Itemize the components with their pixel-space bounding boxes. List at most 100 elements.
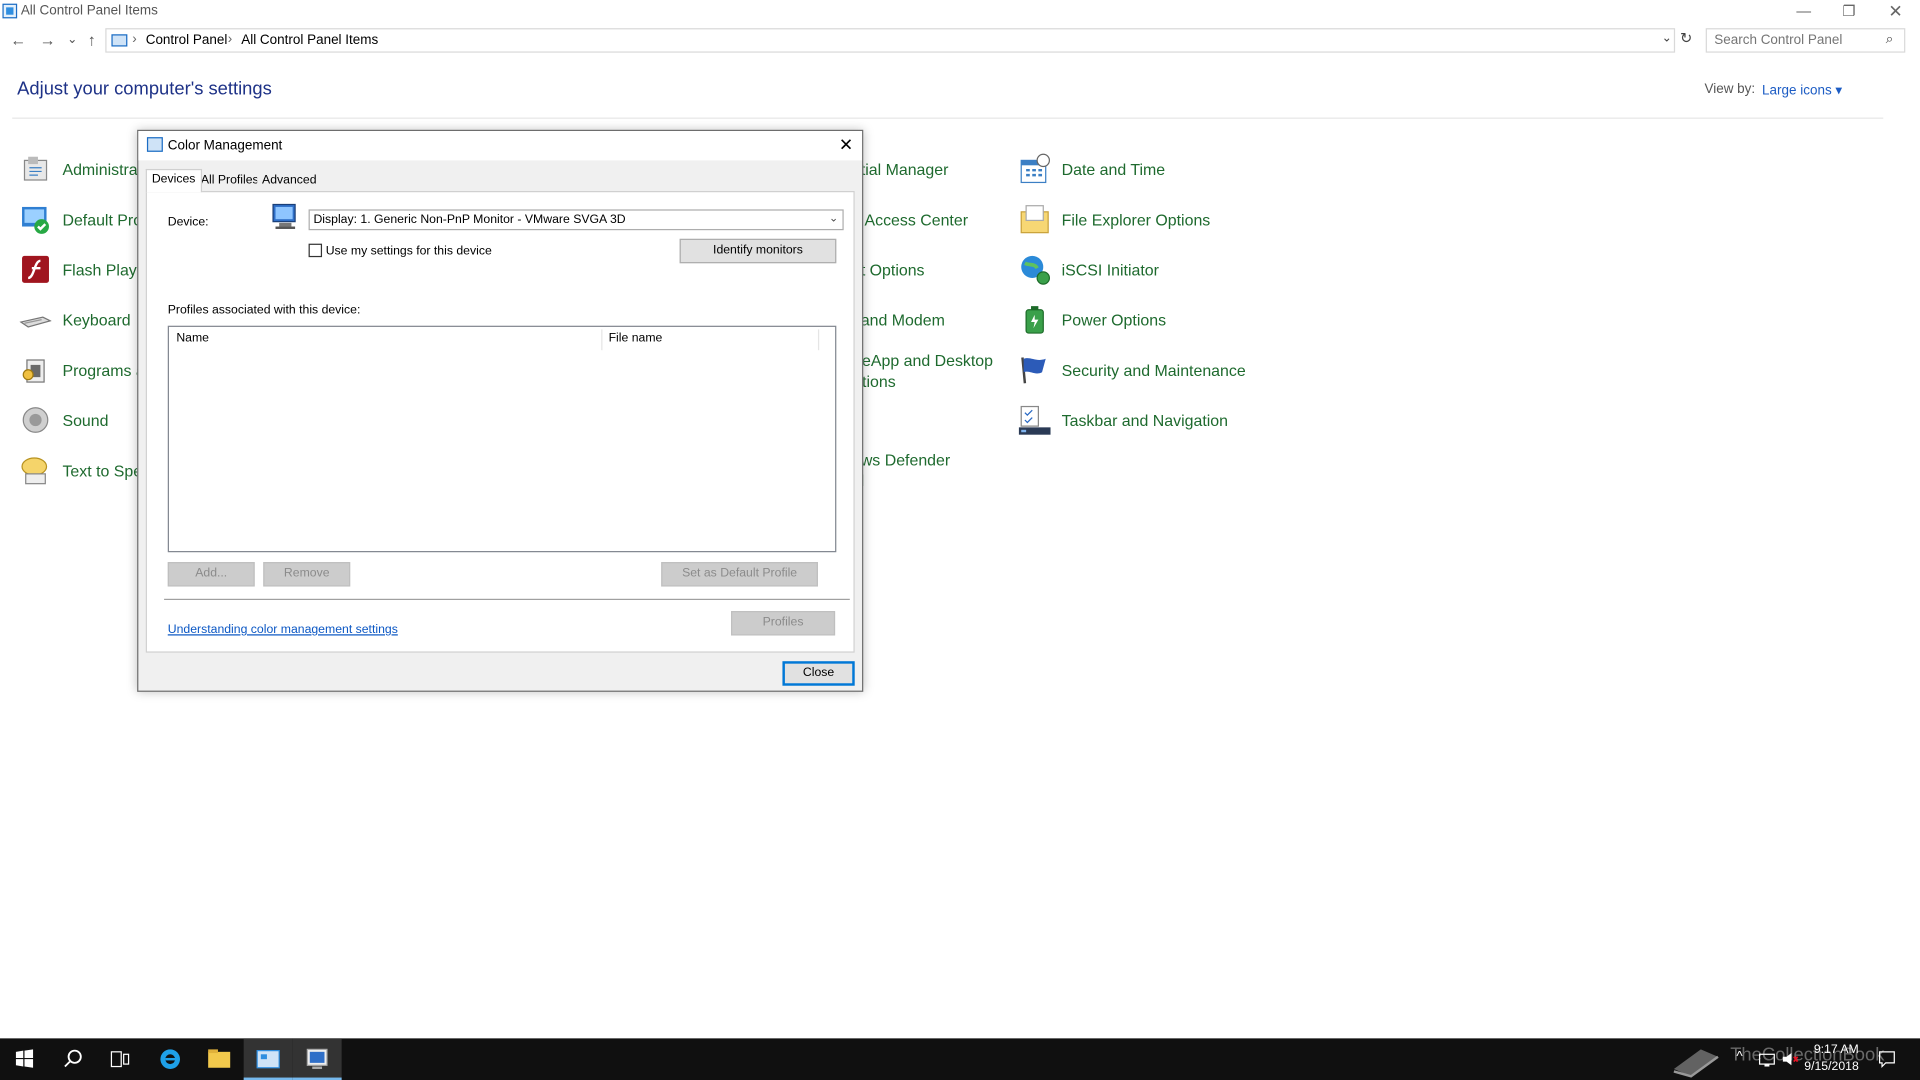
task-view-button[interactable] [96, 1038, 145, 1080]
breadcrumb-separator: › [132, 31, 137, 47]
profiles-list[interactable]: Name File name [167, 325, 837, 553]
taskbar-time[interactable]: 9:17 AM [1798, 1043, 1859, 1056]
globe-network-icon [1021, 255, 1051, 285]
default-programs-icon [22, 206, 49, 234]
device-label: Device: [167, 215, 209, 229]
control-panel-taskbar-button[interactable] [243, 1038, 293, 1080]
volume-muted-icon[interactable] [1782, 1051, 1799, 1068]
search-icon [64, 1049, 82, 1068]
tray-chevron-icon[interactable]: ^ [1736, 1049, 1742, 1064]
back-arrow-icon[interactable]: ← [7, 29, 29, 51]
cp-item-label: and Modem [860, 311, 945, 330]
cp-item-date-time[interactable]: Date and Time [1019, 153, 1264, 192]
identify-monitors-button[interactable]: Identify monitors [679, 238, 837, 264]
cp-item-label: tions [862, 372, 896, 391]
address-bar[interactable]: › Control Panel › All Control Panel Item… [105, 28, 1676, 53]
cp-item-file-explorer-options[interactable]: File Explorer Options [1019, 203, 1264, 242]
control-panel-location-icon [111, 34, 128, 47]
cp-item-label: Power Options [1061, 311, 1167, 330]
profiles-associated-label: Profiles associated with this device: [167, 303, 361, 318]
search-box[interactable]: ⌕ [1705, 28, 1906, 53]
cp-item-label: Sound [62, 411, 109, 430]
forward-arrow-icon[interactable]: → [37, 29, 59, 51]
cp-item-label: eApp and Desktop [862, 351, 994, 370]
cp-item-label: iSCSI Initiator [1061, 260, 1159, 280]
desktop-screen: All Control Panel Items — ❐ ✕ ← → ⌄ ↑ › … [0, 0, 1920, 1080]
control-panel-icon [256, 1050, 280, 1069]
cp-item-label: Administra [62, 160, 138, 179]
address-dropdown-icon[interactable]: ⌄ [1662, 32, 1672, 45]
device-select[interactable]: Display: 1. Generic Non-PnP Monitor - VM… [308, 209, 844, 231]
color-management-icon [146, 137, 163, 152]
power-battery-icon [1025, 306, 1044, 334]
color-management-taskbar-button[interactable] [292, 1038, 342, 1080]
cp-item-label: Security and Maintenance [1061, 361, 1246, 380]
restore-button[interactable]: ❐ [1827, 0, 1871, 24]
task-view-icon [110, 1051, 130, 1068]
breadcrumb-control-panel[interactable]: Control Panel [146, 33, 228, 48]
up-arrow-icon[interactable]: ↑ [81, 29, 103, 51]
breadcrumb-all-items[interactable]: All Control Panel Items [241, 33, 378, 48]
admin-tools-icon [23, 156, 48, 181]
search-taskbar-button[interactable] [49, 1038, 98, 1080]
file-explorer-button[interactable] [195, 1038, 244, 1080]
add-profile-button[interactable]: Add... [167, 562, 255, 587]
view-by-dropdown[interactable]: Large icons ▾ [1762, 82, 1842, 98]
cp-item-iscsi-initiator[interactable]: iSCSI Initiator [1019, 253, 1264, 292]
cp-item-power-options[interactable]: Power Options [1019, 304, 1264, 343]
remove-profile-button[interactable]: Remove [263, 562, 351, 587]
start-button[interactable] [0, 1038, 49, 1080]
window-title: All Control Panel Items [20, 3, 158, 19]
tab-all-profiles[interactable]: All Profiles [195, 171, 264, 192]
dialog-title: Color Management [167, 138, 283, 154]
cp-item-label: ws Defender [860, 450, 951, 469]
color-management-dialog: Color Management ✕ Devices All Profiles … [137, 129, 864, 692]
column-header-file-name[interactable]: File name [609, 332, 663, 345]
set-default-profile-button[interactable]: Set as Default Profile [661, 562, 818, 587]
profiles-button[interactable]: Profiles [731, 611, 836, 636]
cp-item-label: Access Center [864, 210, 969, 229]
taskbar-date[interactable]: 9/15/2018 [1798, 1060, 1858, 1073]
folder-icon [208, 1049, 231, 1068]
close-button[interactable]: Close [782, 661, 855, 686]
windows-logo-icon [15, 1049, 34, 1068]
window-title-bar: All Control Panel Items — ❐ ✕ [0, 0, 1920, 25]
device-select-value: Display: 1. Generic Non-PnP Monitor - VM… [313, 213, 626, 227]
tab-advanced[interactable]: Advanced [257, 171, 322, 192]
cp-item-label: File Explorer Options [1061, 210, 1211, 229]
cp-item-taskbar-navigation[interactable]: Taskbar and Navigation [1018, 404, 1264, 443]
cp-item-label: tial Manager [860, 160, 949, 179]
speech-bubble-icon [21, 457, 48, 485]
cp-item-label: Flash Playe [62, 260, 146, 280]
tab-devices[interactable]: Devices [145, 168, 202, 193]
folder-options-icon [1020, 205, 1049, 234]
column-separator [817, 329, 820, 351]
understanding-color-management-link[interactable]: Understanding color management settings [168, 623, 398, 636]
search-icon[interactable]: ⌕ [1886, 32, 1894, 48]
internet-explorer-button[interactable] [146, 1038, 195, 1080]
dialog-close-icon[interactable]: ✕ [834, 133, 858, 157]
cp-item-security-maintenance[interactable]: Security and Maintenance [1019, 354, 1288, 393]
close-window-button[interactable]: ✕ [1873, 0, 1917, 24]
refresh-icon[interactable]: ↻ [1676, 29, 1696, 51]
column-separator [601, 329, 603, 351]
column-header-name[interactable]: Name [176, 332, 209, 345]
taskbar-icon [1018, 405, 1051, 435]
cp-item-label: Date and Time [1061, 160, 1166, 179]
cp-item-label: Programs a [62, 361, 145, 380]
header-divider [12, 117, 1884, 119]
book-logo-icon [1673, 1049, 1719, 1078]
speaker-icon [22, 407, 49, 433]
cp-item-label: Keyboard [62, 311, 131, 330]
action-center-icon[interactable] [1877, 1049, 1897, 1069]
keyboard-icon [19, 316, 52, 328]
panel-divider [164, 598, 850, 601]
programs-icon [22, 359, 45, 383]
cp-item-label: Default Pro [62, 210, 143, 229]
use-my-settings-checkbox[interactable] [308, 243, 323, 258]
internet-explorer-icon [160, 1049, 181, 1069]
minimize-button[interactable]: — [1782, 0, 1826, 24]
network-icon[interactable] [1758, 1051, 1775, 1068]
search-input[interactable] [1706, 29, 1879, 52]
calendar-icon [1020, 153, 1051, 184]
